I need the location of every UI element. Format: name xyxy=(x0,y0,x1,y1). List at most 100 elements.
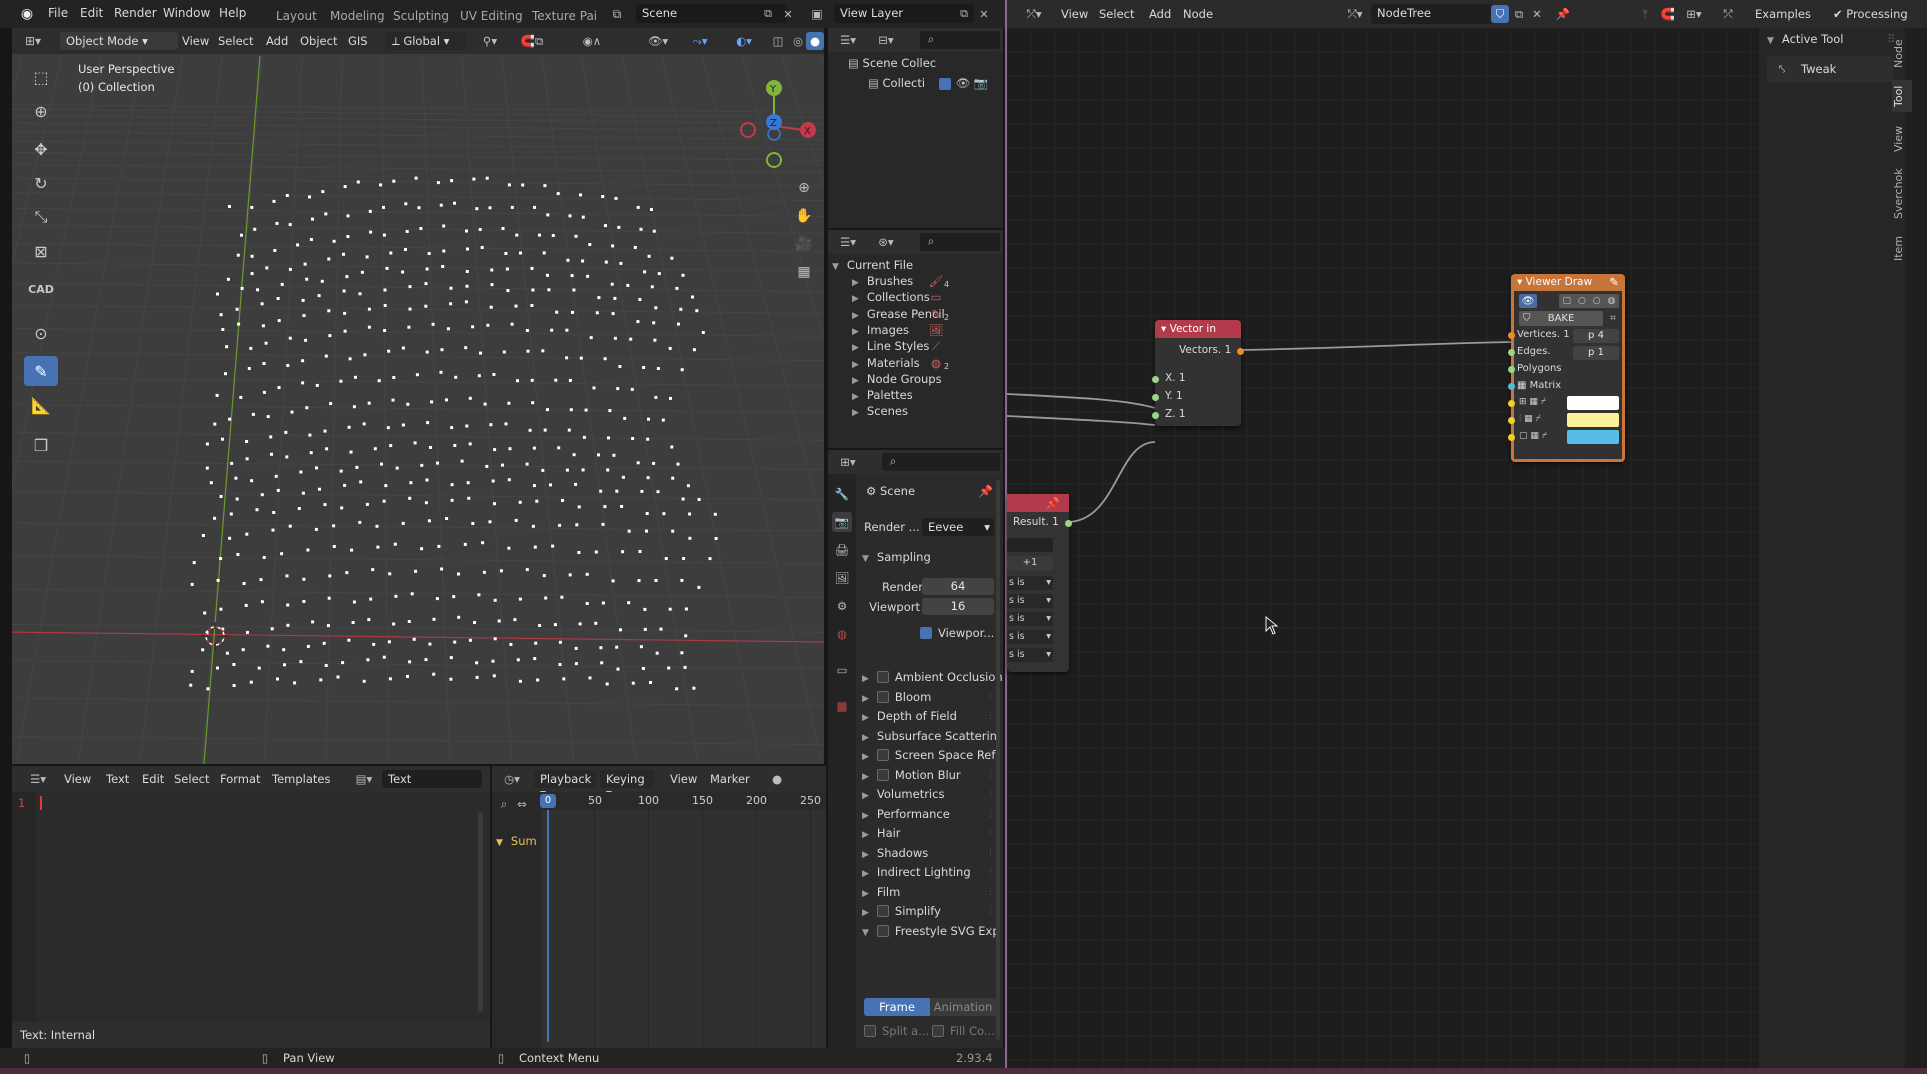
scene-tab-icon[interactable]: ⚙ xyxy=(832,596,852,616)
freestyle-animation-tab[interactable]: Animation xyxy=(930,998,996,1016)
menu-window[interactable]: Window xyxy=(163,6,210,20)
transform-orientation-dropdown[interactable]: ⟂ Global ▾ xyxy=(386,32,466,50)
panel-drag-handle[interactable]: ⋮⋮ xyxy=(986,926,1004,936)
snap-target-icon[interactable]: ⊞▾ xyxy=(1681,5,1707,23)
scene-close-icon[interactable]: ✕ xyxy=(780,5,796,23)
camera-view-icon[interactable]: 🎥 xyxy=(792,232,816,256)
panel-hair[interactable]: ▶ Hair xyxy=(862,826,1002,840)
current-frame-indicator[interactable]: 0 xyxy=(540,794,556,808)
panel-drag-handle[interactable]: ⋮⋮ xyxy=(986,711,1004,721)
panel-enable-checkbox[interactable] xyxy=(876,924,889,937)
timeline-track-area[interactable]: 0 50 100 150 200 250 xyxy=(540,792,826,1048)
mode-dropdown[interactable]: s is ▾ xyxy=(1007,612,1053,626)
3d-viewport[interactable]: ⊞▾ Object Mode ▾ View Select Add Object … xyxy=(12,28,824,764)
collection-tab-icon[interactable]: ▭ xyxy=(832,660,852,680)
panel-drag-handle[interactable]: ⋮⋮ xyxy=(986,692,1004,702)
blend-item-materials[interactable]: ▶ Materials xyxy=(852,356,920,370)
panel-ambient-occlusion[interactable]: ▶ Ambient Occlusion xyxy=(862,670,1002,684)
blend-item-palettes[interactable]: ▶ Palettes xyxy=(852,388,913,402)
output-tab-icon[interactable]: 🖨 xyxy=(832,540,852,560)
vectors-output-socket[interactable] xyxy=(1237,348,1244,355)
viewer-draw-node[interactable]: ▾ Viewer Draw ✎ 👁 ▢ ○ ○ ◍ ⛉ BAKE ⌗ Vertices.… xyxy=(1508,274,1625,462)
text-area[interactable] xyxy=(36,792,486,1022)
mode-dropdown[interactable]: s is ▾ xyxy=(1007,594,1053,608)
blender-logo-icon[interactable]: ◉ xyxy=(18,5,36,23)
panel-drag-handle[interactable]: ⋮⋮ xyxy=(986,770,1004,780)
sidebar-tab-view[interactable]: View xyxy=(1892,122,1912,156)
add-cube-tool-icon[interactable]: ❒ xyxy=(24,430,58,460)
search-icon[interactable]: ⌕ xyxy=(496,796,512,812)
panel-depth-of-field[interactable]: ▶ Depth of Field xyxy=(862,709,1002,723)
transform-tool-icon[interactable]: ⊠ xyxy=(24,236,58,266)
face-color-icons[interactable]: ▢ ▦ ⌿ xyxy=(1519,431,1547,441)
panel-drag-handle[interactable]: ⋮⋮ xyxy=(986,848,1004,858)
outliner-item-scene-collection[interactable]: ▤ Scene Collec xyxy=(848,56,936,70)
panel-enable-checkbox[interactable] xyxy=(876,905,889,917)
parent-tree-icon[interactable]: ⤒ xyxy=(1637,5,1653,23)
tool-tab-icon[interactable]: 🔧 xyxy=(832,484,852,504)
panel-drag-handle[interactable]: ⋮⋮ xyxy=(986,789,1004,799)
edges-field[interactable]: p 1 xyxy=(1573,346,1619,360)
cad-tool-icon[interactable]: CAD xyxy=(24,274,58,304)
increment-button[interactable]: +1 xyxy=(1007,556,1053,570)
blend-item-images[interactable]: ▶ Images xyxy=(852,323,909,337)
sidebar-tab-item[interactable]: Item xyxy=(1892,232,1912,264)
panel-performance[interactable]: ▶ Performance xyxy=(862,807,1002,821)
workspace-tab-sculpting[interactable]: Sculpting xyxy=(393,9,449,23)
sphere-mode-icon[interactable]: ○ xyxy=(1593,296,1601,306)
workspace-tab-layout[interactable]: Layout xyxy=(276,9,317,23)
node-editor-type-icon[interactable]: ⤱▾ xyxy=(1019,5,1049,23)
vertex-color-icons[interactable]: ⊞ ▦ ⌿ xyxy=(1519,397,1546,407)
center-icon[interactable]: ⌗ xyxy=(1605,311,1621,326)
blend-item-brushes[interactable]: ▶ Brushes xyxy=(852,274,913,288)
timeline-menu-view[interactable]: View xyxy=(670,772,697,786)
text-menu-text[interactable]: Text xyxy=(106,772,129,786)
node-tree-selector[interactable]: NodeTree xyxy=(1371,4,1493,24)
circle-mode-icon[interactable]: ○ xyxy=(1578,296,1586,306)
view-layer-tab-icon[interactable]: 🖼 xyxy=(832,568,852,588)
playback-menu[interactable]: Playback ▾ xyxy=(534,770,596,800)
properties-search-input[interactable]: ⌕ xyxy=(882,453,1000,471)
panel-drag-handle[interactable]: ⋮⋮ xyxy=(986,750,1004,760)
workspace-tab-texture-paint[interactable]: Texture Paint xyxy=(532,9,596,23)
snap-icon[interactable]: 🧲 xyxy=(1659,5,1677,23)
node-canvas[interactable] xyxy=(1007,28,1759,1068)
node-tree-browse-icon[interactable]: ⤱▾ xyxy=(1341,5,1369,23)
menu-render[interactable]: Render xyxy=(114,6,157,20)
sidebar-tab-sverchok[interactable]: Sverchok xyxy=(1892,166,1912,222)
camera-render-icon[interactable]: 📷 xyxy=(974,76,988,90)
panel-shadows[interactable]: ▶ Shadows xyxy=(862,846,1002,860)
fill-checkbox[interactable]: Fill Co... xyxy=(932,1024,995,1038)
viewport-menu-select[interactable]: Select xyxy=(218,34,253,48)
panel-drag-handle[interactable]: ⋮⋮ xyxy=(986,906,1004,916)
processing-toggle[interactable]: ✔ Processing xyxy=(1833,7,1908,21)
panel-simplify[interactable]: ▶ Simplify xyxy=(862,904,1002,918)
node-menu-select[interactable]: Select xyxy=(1099,7,1134,21)
view-layer-close-icon[interactable]: ✕ xyxy=(976,5,992,23)
viewport-denoise-checkbox[interactable]: Viewpor... xyxy=(920,626,994,640)
matrix-socket[interactable] xyxy=(1508,383,1515,390)
render-engine-dropdown[interactable]: Eevee ▾ xyxy=(922,518,994,536)
split-checkbox[interactable]: Split a... xyxy=(864,1024,929,1038)
new-tree-icon[interactable]: ⧉ xyxy=(1511,5,1527,23)
snap-icon[interactable]: 🧲⧉ xyxy=(510,32,554,50)
display-mode-icon[interactable]: ⊛▾ xyxy=(872,233,900,251)
summary-row[interactable]: ▼ Sum xyxy=(496,834,537,848)
node-menu-view[interactable]: View xyxy=(1061,7,1088,21)
scene-browse-icon[interactable]: ⧉ xyxy=(606,5,628,23)
perspective-grid-icon[interactable]: ▦ xyxy=(792,260,816,284)
panel-film[interactable]: ▶ Film xyxy=(862,885,1002,899)
node-menu-add[interactable]: Add xyxy=(1149,7,1171,21)
view-layer-icon[interactable]: ▣ xyxy=(806,5,828,23)
z-input-socket[interactable] xyxy=(1152,412,1159,419)
workspace-tab-uv-editing[interactable]: UV Editing xyxy=(460,9,523,23)
view-layer-new-icon[interactable]: ⧉ xyxy=(956,5,972,23)
panel-enable-checkbox[interactable] xyxy=(876,768,889,781)
panel-drag-handle[interactable]: ⋮⋮ xyxy=(986,731,1004,741)
viewport-samples-field[interactable]: 16 xyxy=(922,598,994,615)
panel-enable-checkbox[interactable] xyxy=(876,671,889,683)
sverchok-icon[interactable]: ⤱ xyxy=(1719,5,1737,23)
edge-color-socket[interactable] xyxy=(1508,417,1515,424)
text-browse-icon[interactable]: ▤▾ xyxy=(350,770,378,788)
edge-color-swatch[interactable] xyxy=(1567,413,1619,427)
